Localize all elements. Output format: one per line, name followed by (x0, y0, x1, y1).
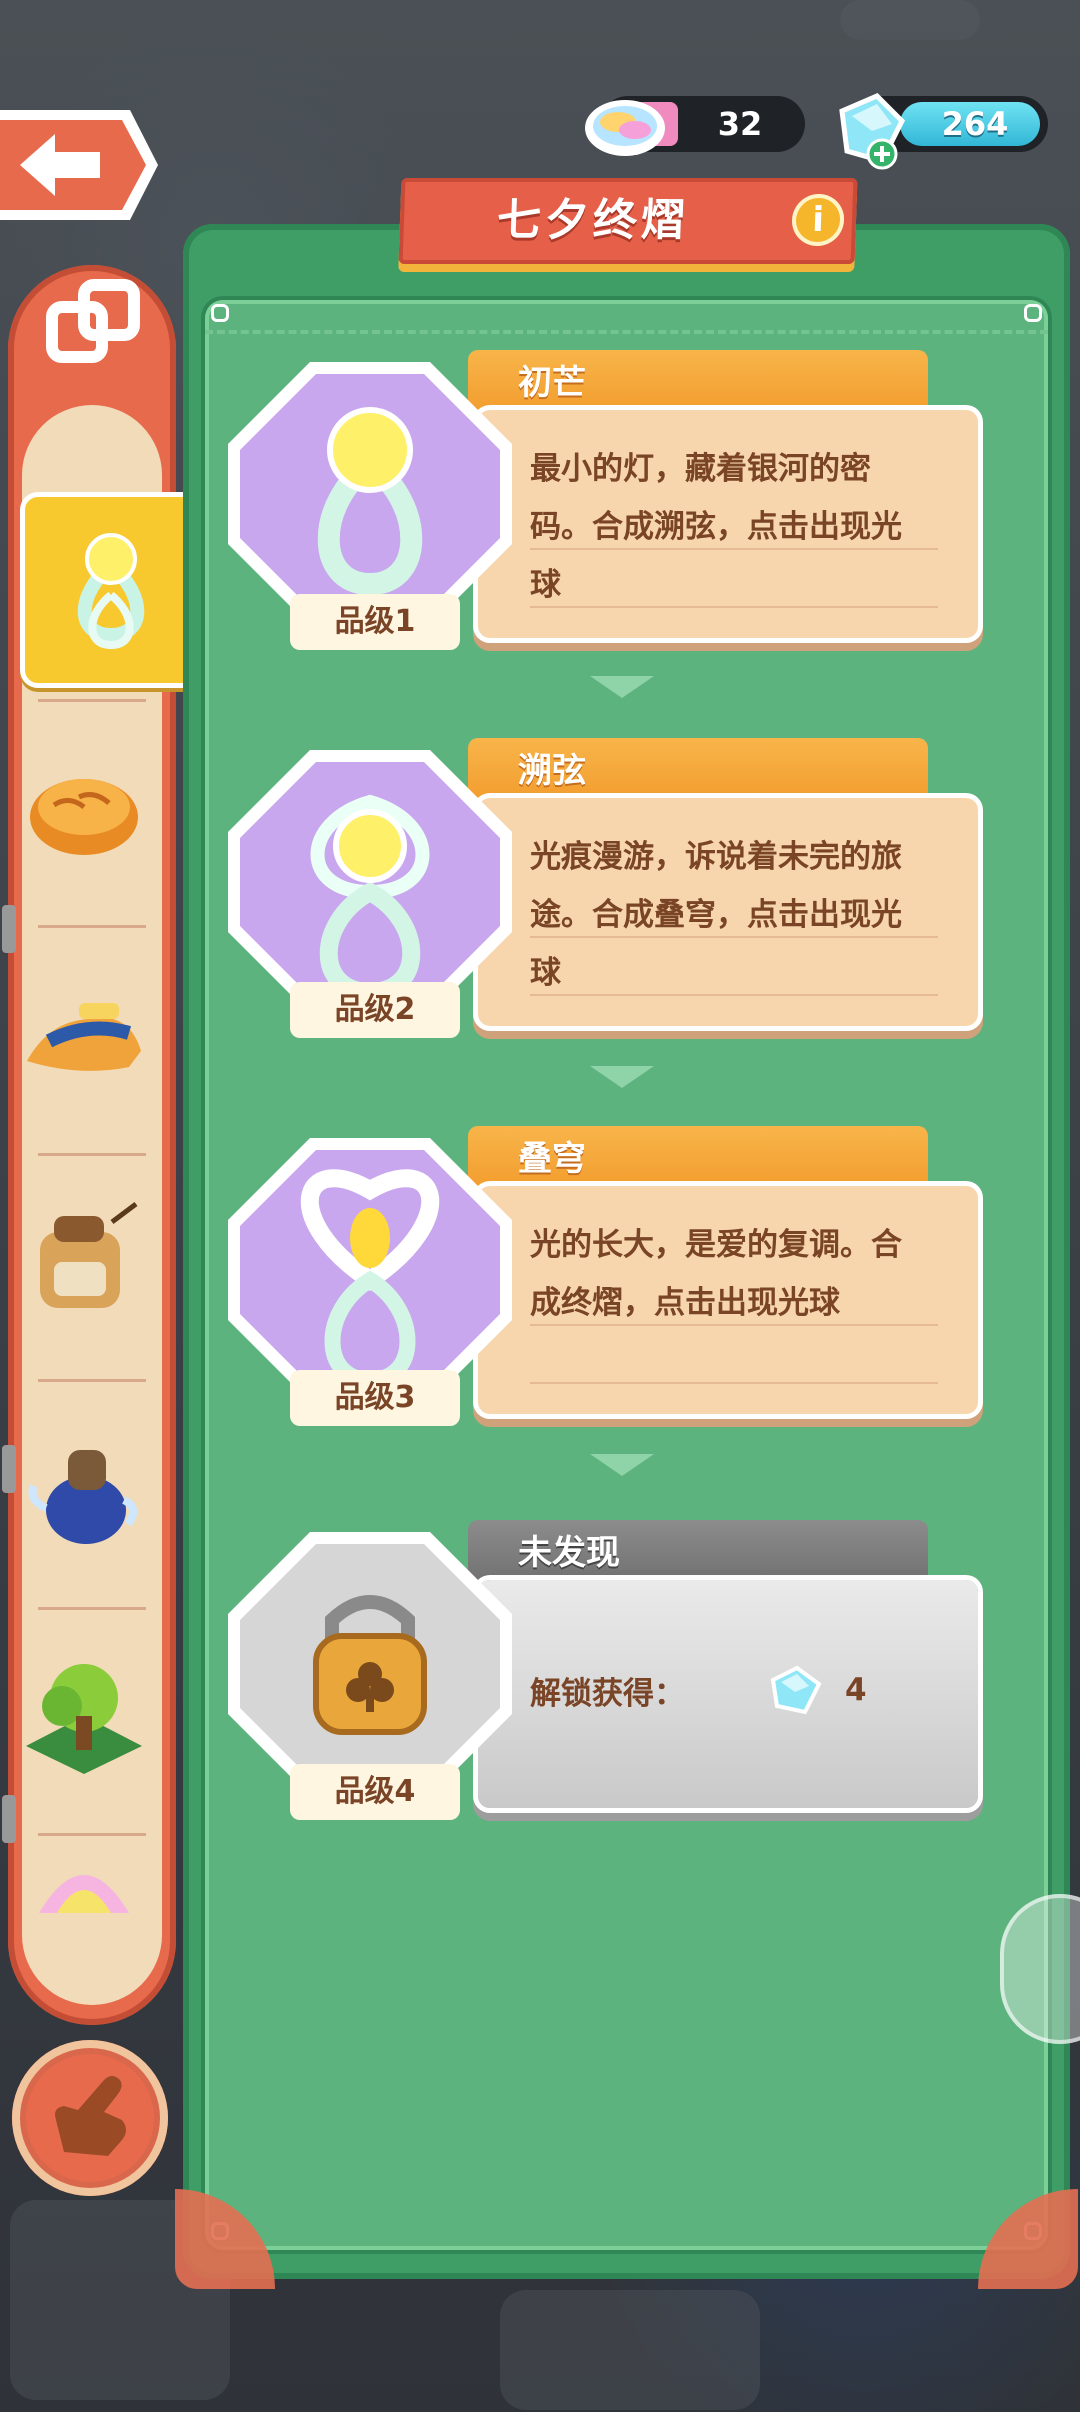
item-frame (228, 362, 512, 626)
rainbow-cloud-currency[interactable]: 32 (585, 96, 805, 156)
gem-icon (839, 93, 906, 170)
gem-currency[interactable]: 264 (839, 93, 1048, 170)
hand-pointer-icon (55, 2076, 126, 2156)
tab-shoe[interactable] (14, 936, 154, 1136)
bubble-icon (39, 1875, 129, 1913)
item-frame (228, 750, 512, 1014)
item-frame (228, 1138, 512, 1402)
tab-bubble[interactable] (14, 1822, 154, 1942)
item-description: 最小的灯，藏着银河的密码。合成溯弦，点击出现光球 (530, 451, 902, 603)
item-description: 光的长大，是爱的复调。合成终熠，点击出现光球 (530, 1227, 902, 1321)
rainbow-cloud-count: 32 (717, 105, 763, 143)
unlock-reward: 解锁获得： 4 (530, 1650, 950, 1730)
item-grade: 品级3 (290, 1370, 460, 1426)
item-grade: 品级2 (290, 982, 460, 1038)
item-frame (228, 1532, 512, 1796)
unlock-label: 解锁获得： (530, 1675, 685, 1712)
item-desc-box: 光的长大，是爱的复调。合成终熠，点击出现光球 (478, 1186, 978, 1414)
locked-item-card[interactable]: 未发现 解锁获得： 4 品级4 (228, 1520, 1008, 1820)
tab-tree[interactable] (14, 1616, 154, 1816)
item-card[interactable]: 溯弦 光痕漫游，诉说着未完的旅途。合成叠穹，点击出现光球 品级2 (228, 738, 1008, 1038)
rainbow-cloud-icon (585, 100, 665, 156)
item-name: 未发现 (518, 1533, 620, 1573)
chevron-down-icon (590, 676, 654, 698)
tab-infinity-orb[interactable] (20, 492, 202, 688)
shoe-icon (27, 1003, 141, 1071)
tab-teapot[interactable] (14, 1390, 154, 1590)
collection-toggle-icon[interactable] (44, 277, 144, 387)
teapot-icon (28, 1450, 138, 1544)
gem-count: 264 (941, 105, 1009, 143)
page-title: 七夕终熠 (496, 195, 690, 246)
title-banner: 七夕终熠 i (398, 178, 858, 264)
chevron-down-icon (590, 1454, 654, 1476)
infinity-orb-icon (77, 533, 145, 650)
info-button[interactable]: i (791, 194, 845, 246)
item-grade: 品级4 (290, 1764, 460, 1820)
item-name: 叠穹 (518, 1139, 586, 1179)
item-desc-box: 光痕漫游，诉说着未完的旅途。合成叠穹，点击出现光球 (478, 798, 978, 1026)
item-name: 溯弦 (518, 751, 586, 791)
item-card[interactable]: 初芒 最小的灯，藏着银河的密码。合成溯弦，点击出现光球 品级1 (228, 350, 1008, 650)
item-grade: 品级1 (290, 594, 460, 650)
item-name: 初芒 (518, 363, 586, 403)
unlock-value: 4 (845, 1672, 867, 1708)
hand-pointer-button[interactable] (12, 2040, 168, 2196)
item-description: 光痕漫游，诉说着未完的旅途。合成叠穹，点击出现光球 (530, 839, 902, 991)
item-card[interactable]: 叠穹 光的长大，是爱的复调。合成终熠，点击出现光球 品级3 (228, 1126, 1008, 1426)
tab-backpack[interactable] (14, 1162, 154, 1362)
item-desc-box: 解锁获得： 4 (478, 1580, 978, 1808)
backpack-icon (40, 1202, 138, 1308)
bread-icon (30, 779, 138, 855)
gem-icon (770, 1665, 822, 1715)
item-desc-box: 最小的灯，藏着银河的密码。合成溯弦，点击出现光球 (478, 410, 978, 638)
tree-icon (26, 1664, 142, 1774)
tab-bread[interactable] (14, 710, 154, 910)
back-button[interactable] (0, 106, 160, 224)
chevron-down-icon (590, 1066, 654, 1088)
